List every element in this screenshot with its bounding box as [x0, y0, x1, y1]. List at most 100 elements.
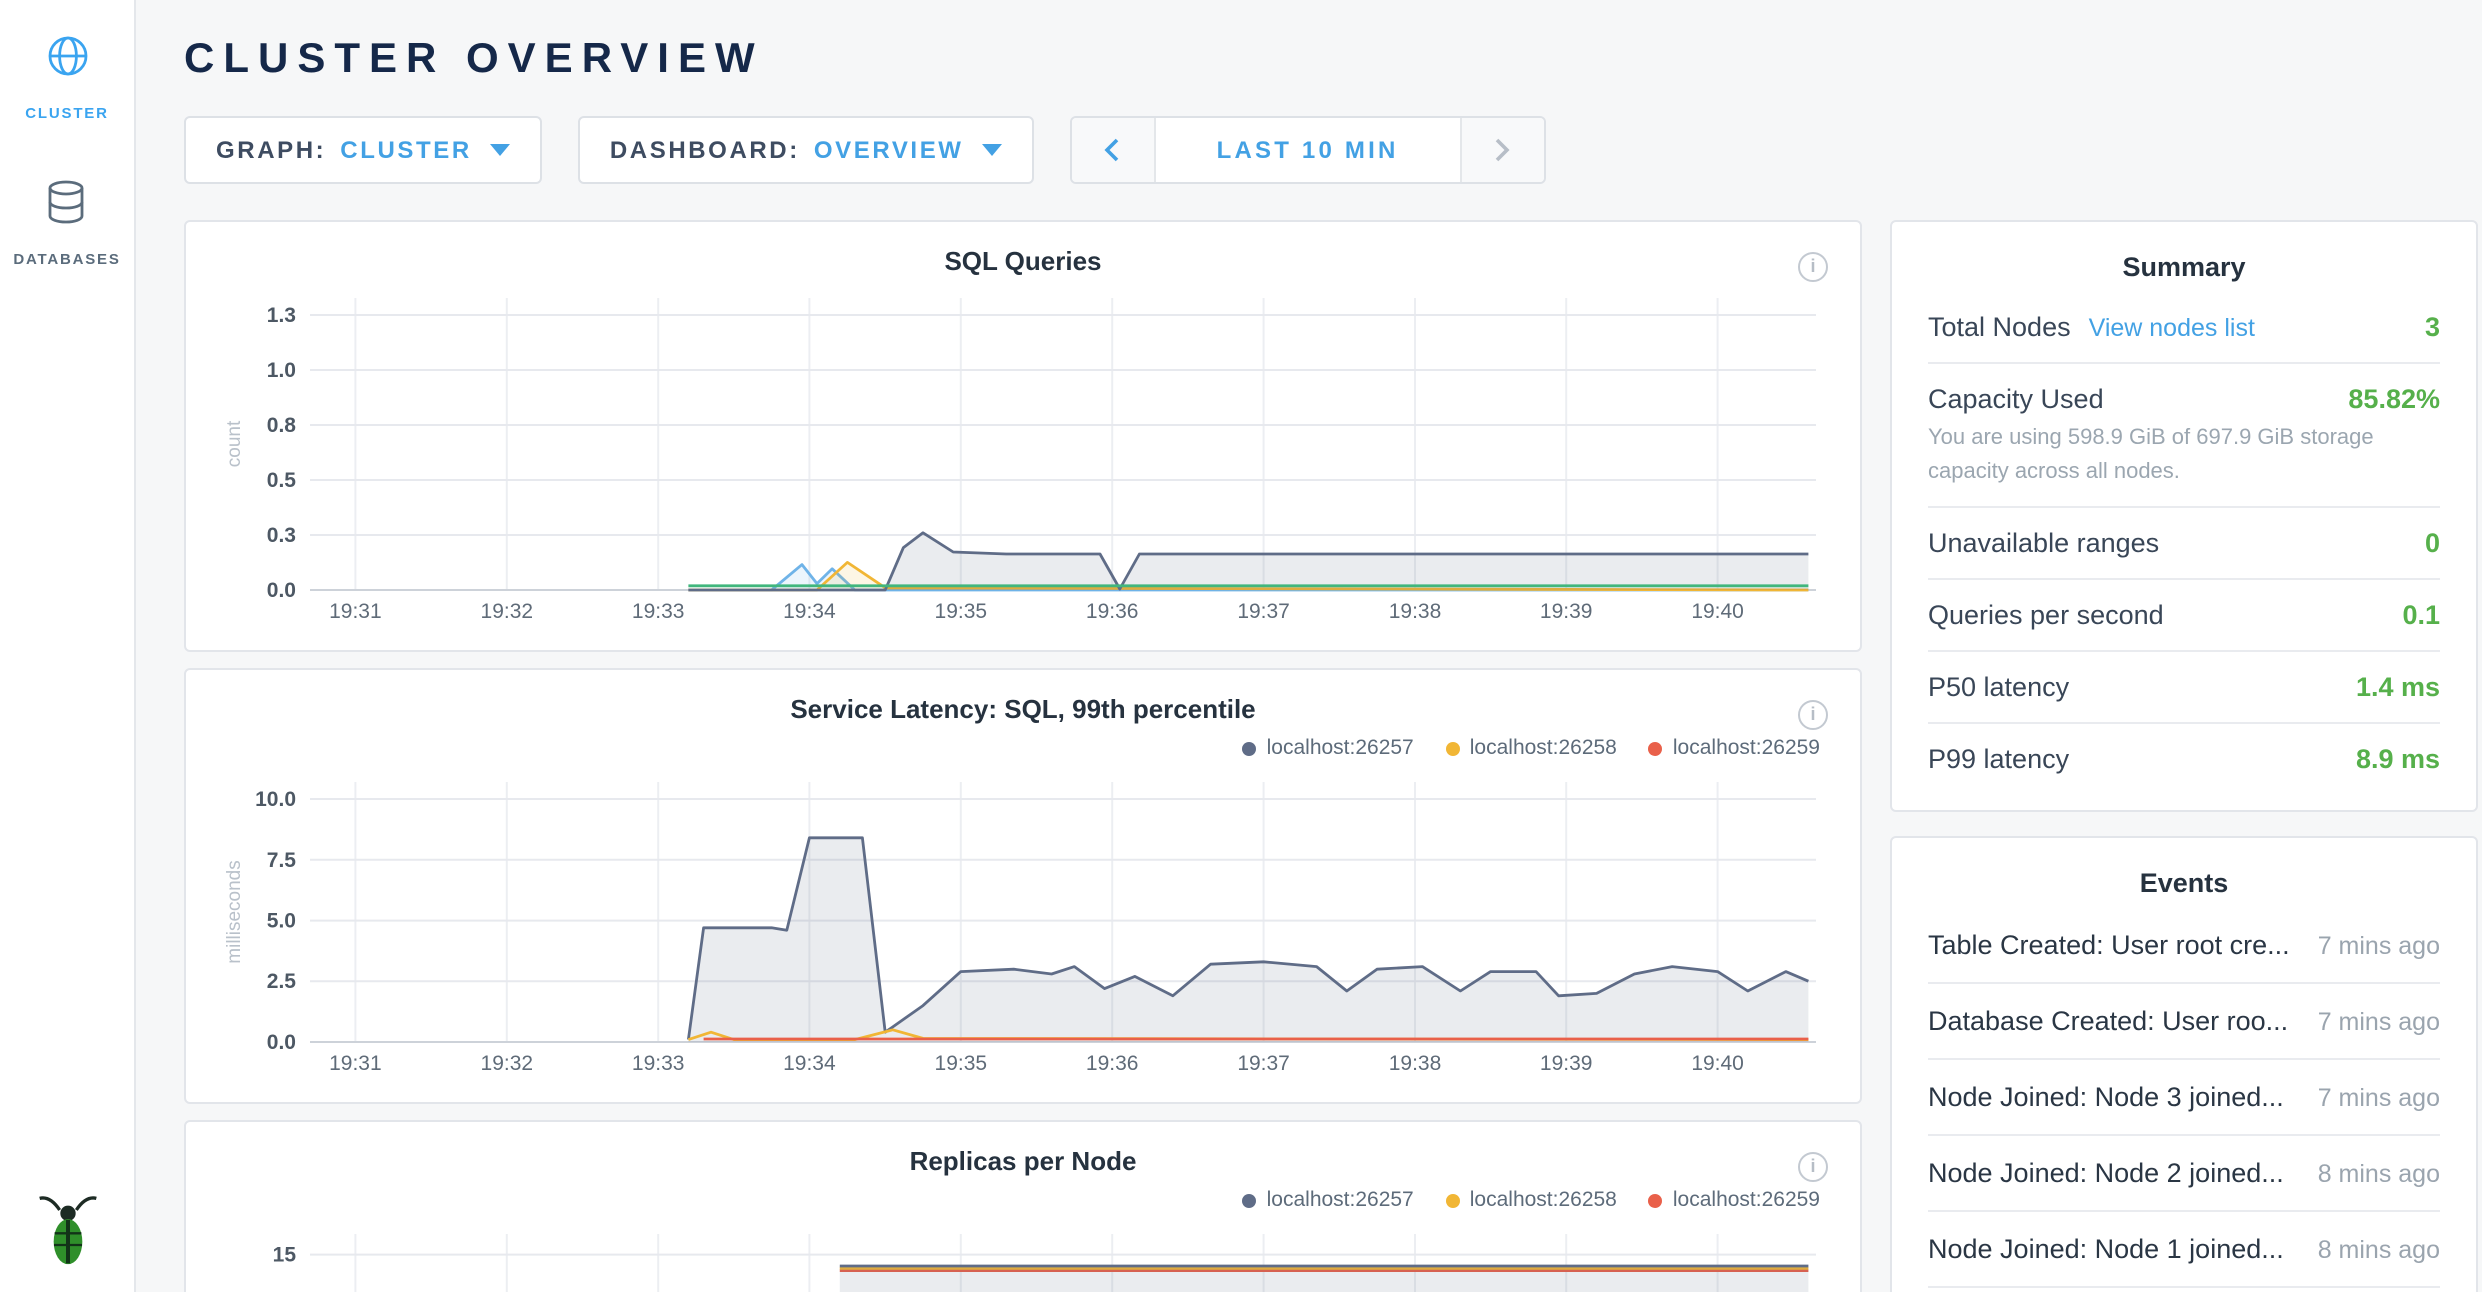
side-column: Summary Total Nodes View nodes list 3 Ca… [1890, 220, 2478, 1292]
svg-text:19:35: 19:35 [935, 1052, 988, 1075]
chart-legend: localhost:26257localhost:26258localhost:… [218, 1186, 1820, 1214]
legend-dot-icon [1446, 741, 1460, 755]
summary-label: Unavailable ranges [1928, 528, 2159, 558]
sidebar: CLUSTER DATABASES [0, 0, 136, 1292]
summary-title: Summary [1928, 234, 2440, 292]
svg-text:0.0: 0.0 [267, 1031, 296, 1054]
globe-icon [43, 32, 91, 90]
svg-text:19:31: 19:31 [329, 1052, 382, 1075]
summary-label: Total Nodes [1928, 312, 2071, 342]
summary-label: P99 latency [1928, 744, 2069, 774]
events-title: Events [1928, 850, 2440, 908]
time-range-selector: LAST 10 MIN [1070, 116, 1546, 184]
event-row: Node Joined: Node 2 joined... 8 mins ago [1928, 1136, 2440, 1212]
svg-text:7.5: 7.5 [267, 849, 297, 872]
svg-text:15: 15 [273, 1244, 297, 1267]
legend-item: localhost:26259 [1649, 1188, 1820, 1212]
chart-title: Service Latency: SQL, 99th percentile [218, 690, 1828, 730]
svg-text:19:34: 19:34 [783, 600, 836, 623]
info-icon[interactable]: i [1798, 252, 1828, 282]
summary-value: 85.82% [2348, 384, 2440, 414]
event-text: Table Created: User root cre... [1928, 930, 2290, 960]
event-text: Node Joined: Node 2 joined... [1928, 1158, 2284, 1188]
legend-dot-icon [1649, 741, 1663, 755]
svg-text:19:37: 19:37 [1237, 1052, 1290, 1075]
summary-panel: Summary Total Nodes View nodes list 3 Ca… [1890, 220, 2478, 812]
event-row: Table Created: User root cre... 7 mins a… [1928, 908, 2440, 984]
sidebar-item-label: DATABASES [13, 250, 120, 268]
summary-value: 1.4 ms [2356, 672, 2440, 702]
dashboard-dropdown[interactable]: DASHBOARD: OVERVIEW [578, 116, 1034, 184]
svg-text:19:34: 19:34 [783, 1052, 836, 1075]
time-prev-button[interactable] [1072, 118, 1156, 182]
event-row: Node Joined: Node 1 joined... 8 mins ago [1928, 1212, 2440, 1288]
time-next-button[interactable] [1460, 118, 1544, 182]
sidebar-item-databases[interactable]: DATABASES [13, 178, 120, 268]
svg-text:19:38: 19:38 [1389, 1052, 1442, 1075]
svg-text:2.5: 2.5 [267, 970, 297, 993]
event-text: Node Joined: Node 3 joined... [1928, 1082, 2284, 1112]
time-range-label[interactable]: LAST 10 MIN [1156, 118, 1460, 182]
service-latency-chart[interactable]: 19:31 19:32 19:33 19:34 19:35 19:36 19:37 19:38… [218, 766, 1828, 1082]
legend-dot-icon [1243, 1193, 1257, 1207]
svg-text:0.3: 0.3 [267, 524, 296, 547]
main-content: CLUSTER OVERVIEW GRAPH: CLUSTER DASHBOAR… [136, 0, 2482, 1292]
svg-text:19:33: 19:33 [632, 1052, 685, 1075]
charts-column: SQL Queries i 19:31 19:32 19:33 19:34 19:35 1… [184, 220, 1862, 1292]
legend-item: localhost:26257 [1243, 736, 1414, 760]
chart-title: SQL Queries [218, 242, 1828, 282]
graph-dropdown[interactable]: GRAPH: CLUSTER [184, 116, 542, 184]
sql-queries-chart[interactable]: 19:31 19:32 19:33 19:34 19:35 19:36 19:37 19:38… [218, 282, 1828, 630]
page-title: CLUSTER OVERVIEW [184, 36, 2482, 84]
summary-row-p50-latency: P50 latency 1.4 ms [1928, 652, 2440, 724]
event-time: 8 mins ago [2318, 1159, 2440, 1187]
svg-text:19:36: 19:36 [1086, 600, 1139, 623]
summary-row-unavailable-ranges: Unavailable ranges 0 [1928, 508, 2440, 580]
summary-value: 3 [2425, 312, 2440, 342]
replicas-per-node-chart[interactable]: 19:3119:3219:3319:3419:3519:3619:3719:38… [218, 1218, 1828, 1292]
graph-dropdown-value: CLUSTER [340, 136, 472, 164]
svg-text:19:32: 19:32 [481, 600, 534, 623]
svg-text:19:35: 19:35 [935, 600, 988, 623]
svg-text:19:32: 19:32 [481, 1052, 534, 1075]
service-latency-card: Service Latency: SQL, 99th percentile i … [184, 668, 1862, 1104]
svg-text:19:39: 19:39 [1540, 1052, 1593, 1075]
svg-text:1.0: 1.0 [267, 359, 296, 382]
svg-text:19:33: 19:33 [632, 600, 685, 623]
database-icon [45, 178, 89, 236]
legend-dot-icon [1446, 1193, 1460, 1207]
svg-text:5.0: 5.0 [267, 910, 296, 933]
capacity-subtitle: You are using 598.9 GiB of 697.9 GiB sto… [1928, 414, 2440, 488]
chevron-down-icon [982, 144, 1002, 156]
dashboard-dropdown-label: DASHBOARD: [610, 136, 800, 164]
info-icon[interactable]: i [1798, 700, 1828, 730]
info-icon[interactable]: i [1798, 1152, 1828, 1182]
event-time: 7 mins ago [2318, 1007, 2440, 1035]
view-nodes-list-link[interactable]: View nodes list [2089, 314, 2255, 342]
summary-row-capacity: Capacity Used 85.82% You are using 598.9… [1928, 364, 2440, 508]
sidebar-item-cluster[interactable]: CLUSTER [25, 32, 108, 122]
legend-item: localhost:26258 [1446, 1188, 1617, 1212]
chevron-down-icon [490, 144, 510, 156]
event-text: Node Joined: Node 1 joined... [1928, 1234, 2284, 1264]
svg-text:19:37: 19:37 [1237, 600, 1290, 623]
svg-text:1.3: 1.3 [267, 304, 296, 327]
dashboard-dropdown-value: OVERVIEW [814, 136, 964, 164]
graph-dropdown-label: GRAPH: [216, 136, 326, 164]
replicas-per-node-card: Replicas per Node i localhost:26257local… [184, 1120, 1862, 1292]
svg-text:0.5: 0.5 [267, 469, 297, 492]
svg-text:0.8: 0.8 [267, 414, 297, 437]
svg-text:19:31: 19:31 [329, 600, 382, 623]
chart-legend: localhost:26257localhost:26258localhost:… [218, 734, 1820, 762]
svg-text:19:39: 19:39 [1540, 600, 1593, 623]
cockroachdb-logo[interactable] [0, 1192, 134, 1268]
summary-row-total-nodes: Total Nodes View nodes list 3 [1928, 292, 2440, 364]
svg-text:milliseconds: milliseconds [224, 860, 245, 963]
svg-text:19:38: 19:38 [1389, 600, 1442, 623]
summary-value: 8.9 ms [2356, 744, 2440, 774]
sidebar-item-label: CLUSTER [25, 104, 108, 122]
svg-text:19:36: 19:36 [1086, 1052, 1139, 1075]
event-text: Database Created: User roo... [1928, 1006, 2288, 1036]
event-row: Node Joined: Node 3 joined... 7 mins ago [1928, 1060, 2440, 1136]
svg-text:count: count [224, 420, 245, 467]
